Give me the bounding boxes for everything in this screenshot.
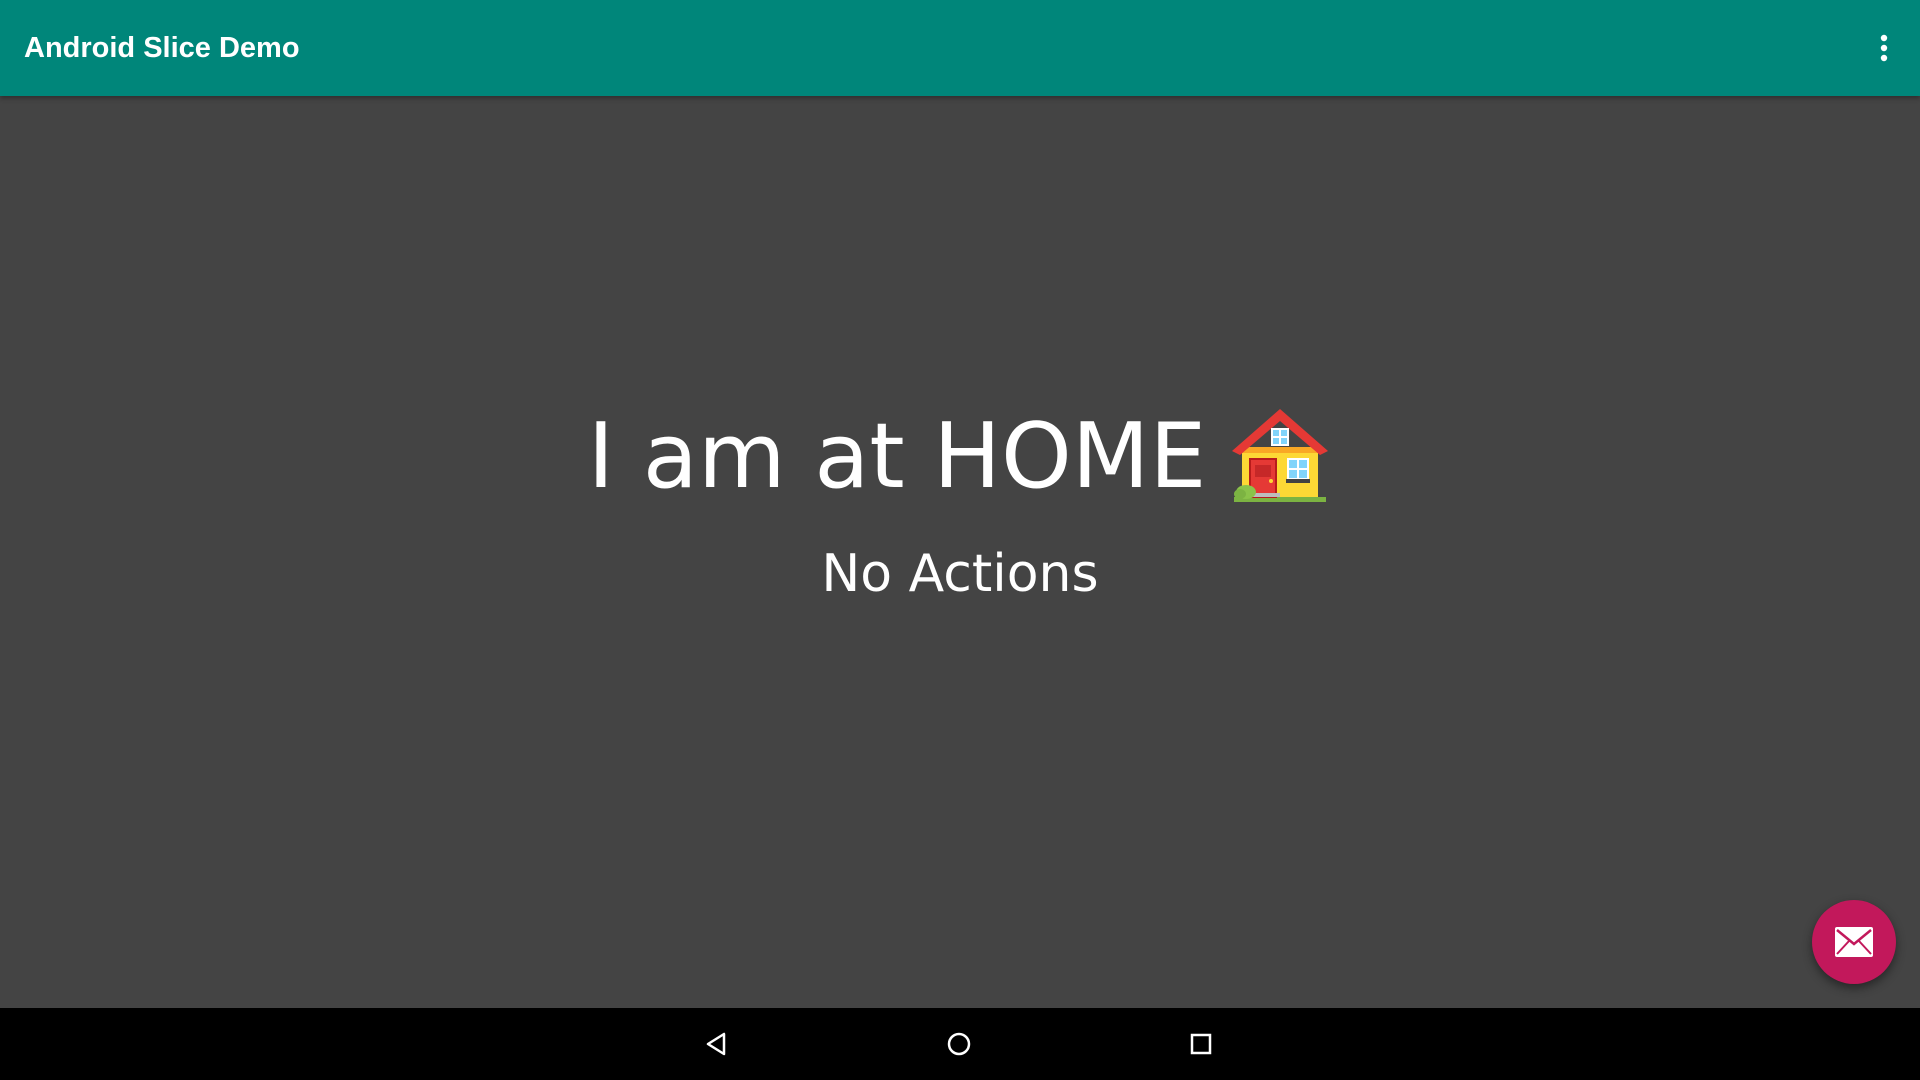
system-nav-bar xyxy=(0,1008,1920,1080)
headline: I am at HOME xyxy=(587,404,1207,509)
recents-square-icon xyxy=(1190,1033,1212,1055)
overflow-menu-button[interactable] xyxy=(1860,24,1908,72)
android-screen: Android Slice Demo I am at HOME No Actio… xyxy=(0,0,1920,1080)
nav-home-button[interactable] xyxy=(935,1020,983,1068)
email-icon xyxy=(1835,927,1873,957)
app-title: Android Slice Demo xyxy=(24,32,300,64)
headline-row: I am at HOME xyxy=(0,404,1920,509)
more-vert-icon xyxy=(1880,34,1888,62)
nav-back-button[interactable] xyxy=(693,1020,741,1068)
subtitle: No Actions xyxy=(821,544,1099,604)
house-icon xyxy=(1228,405,1332,509)
app-bar: Android Slice Demo xyxy=(0,0,1920,96)
main-content: I am at HOME No Actions xyxy=(0,96,1920,1008)
home-circle-icon xyxy=(947,1032,971,1056)
back-triangle-icon xyxy=(706,1032,726,1056)
nav-recents-button[interactable] xyxy=(1177,1020,1225,1068)
email-fab-button[interactable] xyxy=(1812,900,1896,984)
